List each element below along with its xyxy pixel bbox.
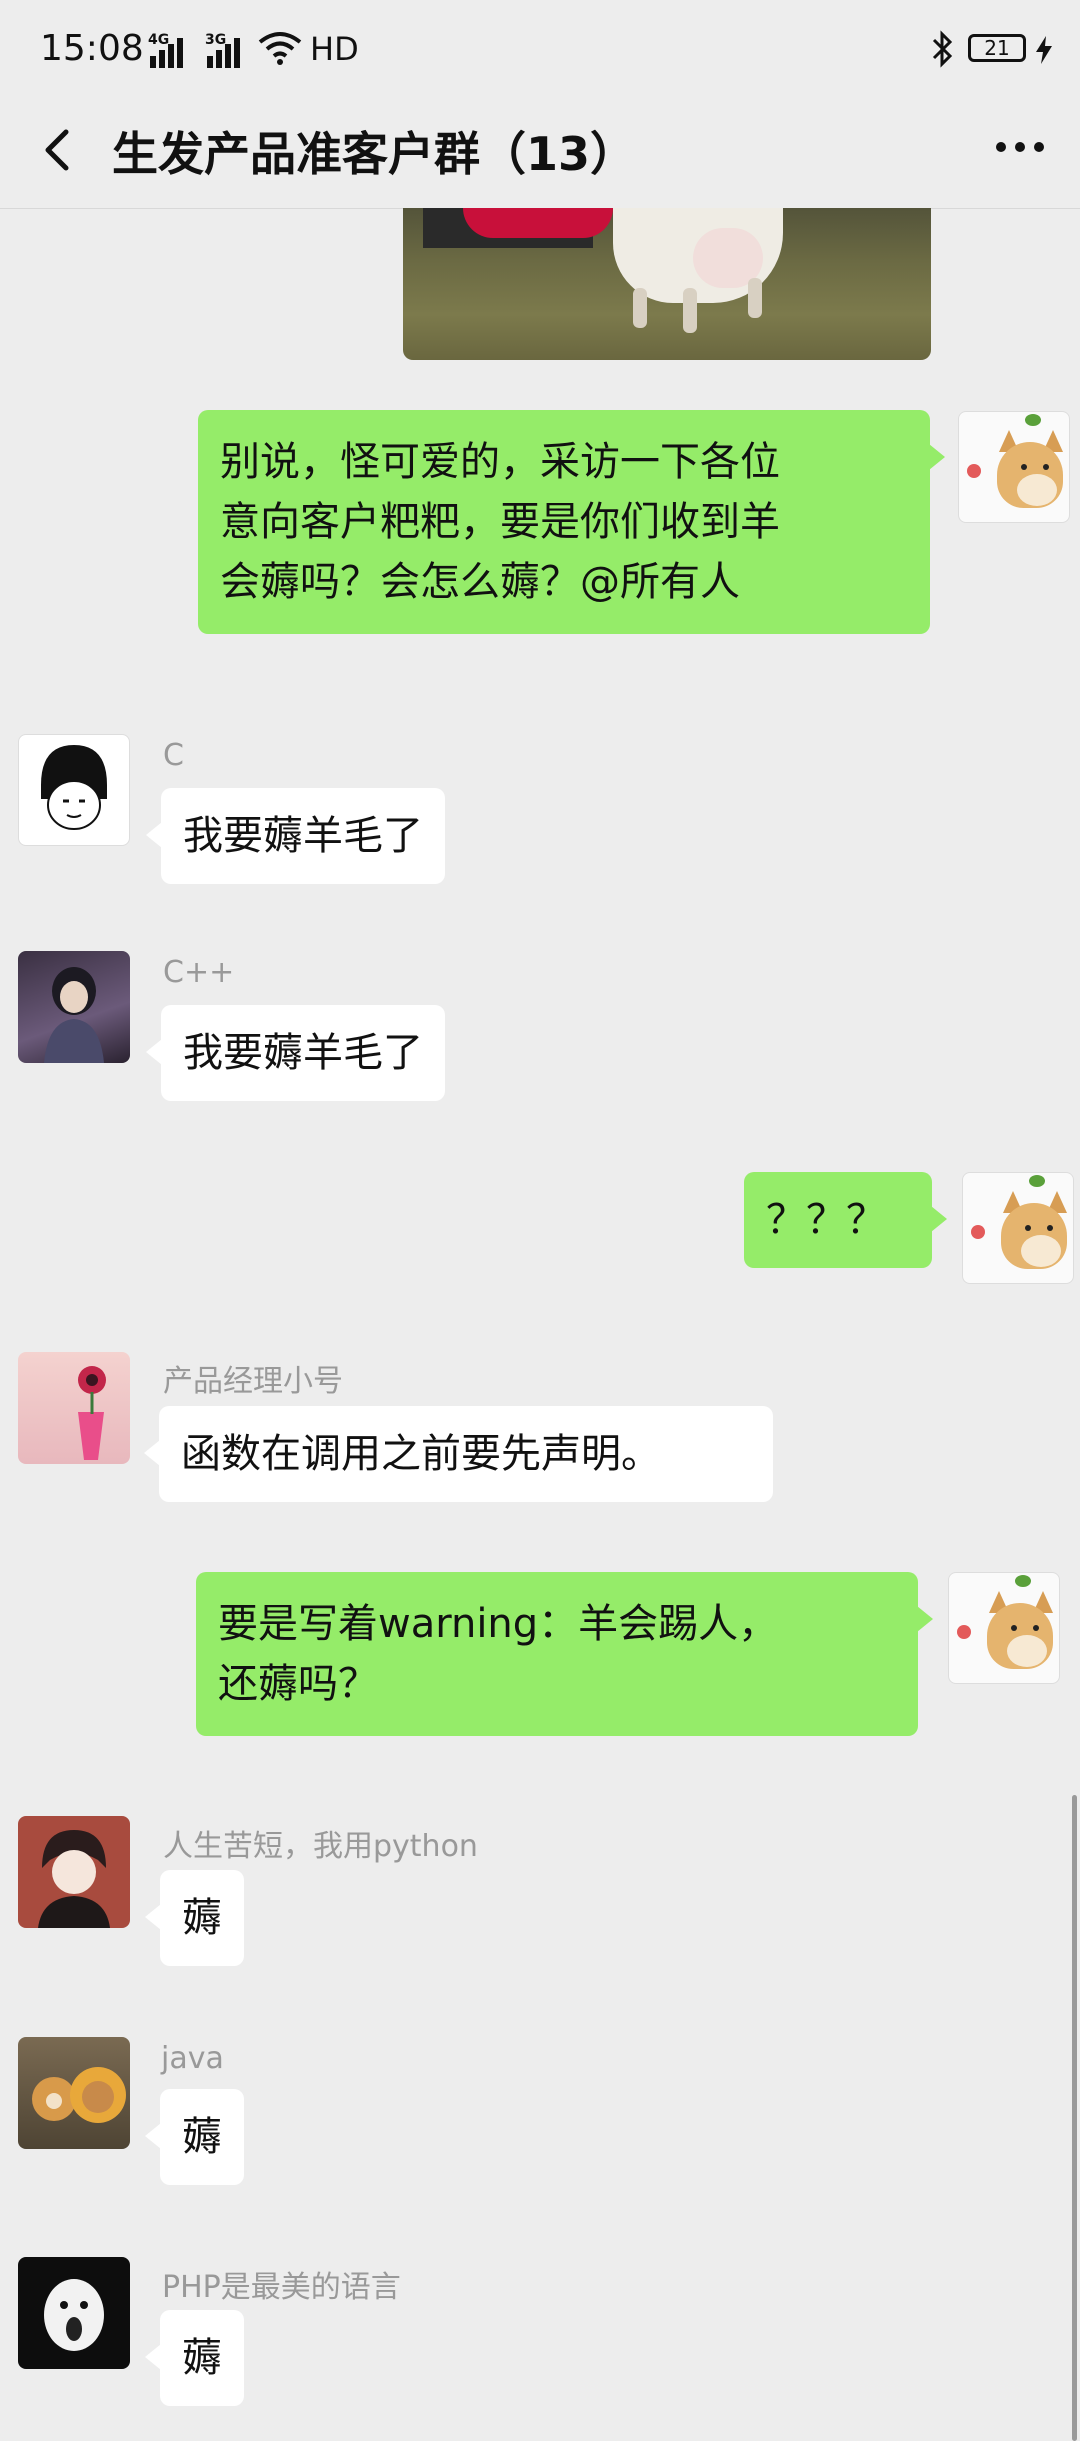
message-bubble-received[interactable]: 薅	[145, 1870, 244, 1966]
photo-red-banner	[463, 208, 613, 238]
battery-icon: 21	[968, 34, 1026, 62]
message-bubble-received[interactable]: 我要薅羊毛了	[146, 788, 445, 884]
message-text: 我要薅羊毛了	[183, 813, 423, 859]
shared-photo[interactable]	[403, 208, 931, 360]
message-line: 意向客户粑粑，要是你们收到羊	[220, 499, 780, 545]
hd-indicator: HD	[310, 30, 359, 68]
message-text: 函数在调用之前要先声明。	[181, 1431, 661, 1477]
wifi-icon	[258, 32, 302, 65]
photo-sheep-leg	[748, 278, 762, 318]
sender-name: C++	[163, 955, 235, 990]
message-line: 会薅吗？会怎么薅？@所有人	[220, 559, 740, 605]
message-bubble-received[interactable]: 薅	[145, 2089, 244, 2185]
message-text: 薅	[182, 2335, 222, 2381]
avatar-php[interactable]	[18, 2257, 130, 2369]
message-bubble-sent[interactable]: 要是写着warning：羊会踢人， 还薅吗？	[196, 1572, 933, 1736]
message-bubble-sent[interactable]: 别说，怪可爱的，采访一下各位 意向客户粑粑，要是你们收到羊 会薅吗？会怎么薅？@…	[198, 410, 945, 634]
message-text: 薅	[182, 1895, 222, 1941]
status-bar: 15:08 4G 3G HD 21	[0, 0, 1080, 100]
bluetooth-icon	[932, 30, 953, 68]
avatar-cpp[interactable]	[18, 951, 130, 1063]
charging-icon	[1036, 36, 1052, 64]
sender-name: java	[161, 2041, 224, 2076]
sender-name: PHP是最美的语言	[162, 2270, 401, 2305]
message-text: 我要薅羊毛了	[183, 1030, 423, 1076]
sender-name: 产品经理小号	[163, 1364, 343, 1399]
back-arrow-icon[interactable]	[30, 120, 90, 180]
chat-header: 生发产品准客户群（13）	[0, 100, 1080, 209]
message-text: 薅	[182, 2114, 222, 2160]
message-bubble-received[interactable]: 我要薅羊毛了	[146, 1005, 445, 1101]
my-avatar[interactable]	[962, 1172, 1074, 1284]
signal-icon-2	[207, 34, 240, 68]
signal-icon-1	[150, 34, 183, 68]
sender-name: C	[163, 738, 184, 773]
message-line: 别说，怪可爱的，采访一下各位	[220, 439, 780, 485]
photo-sheep-leg	[633, 288, 647, 328]
photo-sheep-leg	[683, 288, 697, 333]
status-time: 15:08	[40, 28, 144, 69]
message-line: 要是写着warning：羊会踢人，	[218, 1601, 779, 1647]
avatar-python[interactable]	[18, 1816, 130, 1928]
my-avatar[interactable]	[948, 1572, 1060, 1684]
message-line: 还薅吗？	[218, 1661, 378, 1707]
my-avatar[interactable]	[958, 411, 1070, 523]
avatar-c[interactable]	[18, 734, 130, 846]
message-bubble-sent[interactable]: ？？？	[744, 1172, 947, 1268]
scrollbar[interactable]	[1072, 1795, 1077, 2441]
avatar-pm[interactable]	[18, 1352, 130, 1464]
chat-title: 生发产品准客户群（13）	[112, 127, 637, 181]
more-options-icon[interactable]	[996, 142, 1044, 152]
avatar-java[interactable]	[18, 2037, 130, 2149]
message-text: ？？？	[766, 1197, 886, 1243]
message-bubble-received[interactable]: 薅	[145, 2310, 244, 2406]
message-bubble-received[interactable]: 函数在调用之前要先声明。	[144, 1406, 773, 1502]
sender-name: 人生苦短，我用python	[163, 1829, 478, 1864]
